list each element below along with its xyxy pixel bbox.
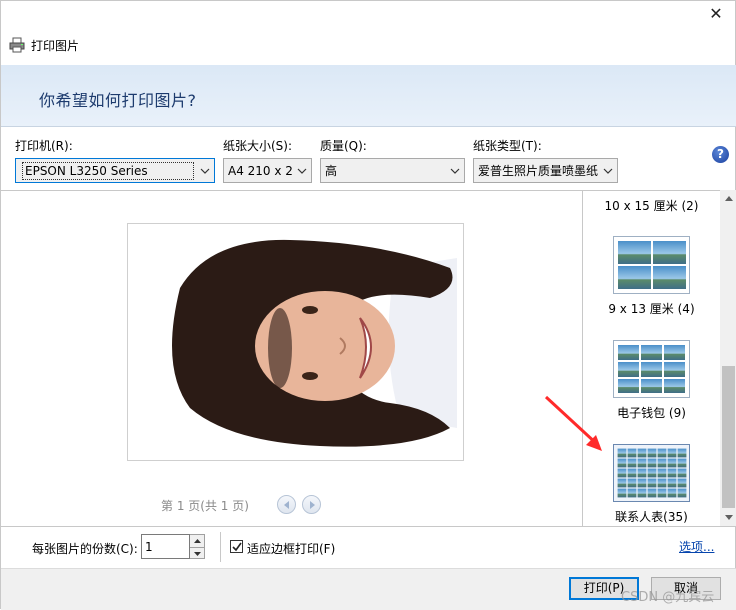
fit-frame-checkbox[interactable] xyxy=(230,540,243,553)
spinner-down-icon[interactable] xyxy=(190,547,204,559)
page-info: 第 1 页(共 1 页) xyxy=(161,499,249,513)
paper-size-select[interactable]: A4 210 x 29 xyxy=(223,158,312,183)
paper-size-value: A4 210 x 29 xyxy=(228,163,293,178)
layout-scrollbar[interactable] xyxy=(720,190,736,526)
header-question: 你希望如何打印图片? xyxy=(39,91,197,110)
title-bar: 打印图片 xyxy=(9,35,79,55)
bottom-separator xyxy=(220,532,221,562)
quality-value: 高 xyxy=(325,164,338,178)
chevron-right-icon xyxy=(309,500,315,509)
layout-label: 联系人表(35) xyxy=(615,510,688,524)
printer-icon xyxy=(9,37,25,53)
print-pictures-dialog: ✕ 打印图片 你希望如何打印图片? 打印机(R): EPSON L3250 Se… xyxy=(0,0,736,610)
prev-page-button[interactable] xyxy=(277,495,296,514)
next-page-button[interactable] xyxy=(302,495,321,514)
options-link[interactable]: 选项... xyxy=(679,538,714,555)
watermark: CSDN @九宾云 xyxy=(621,590,715,605)
paper-type-select[interactable]: 爱普生照片质量喷墨纸 xyxy=(473,158,618,183)
copies-label: 每张图片的份数(C): xyxy=(32,542,138,556)
layout-preview-image xyxy=(618,345,685,393)
paper-size-label: 纸张大小(S): xyxy=(223,139,293,153)
help-icon[interactable]: ? xyxy=(712,146,729,163)
chevron-down-icon xyxy=(599,159,617,182)
fit-frame-label[interactable]: 适应边框打印(F) xyxy=(247,540,335,557)
quality-label: 质量(Q): xyxy=(320,139,367,153)
preview-photo xyxy=(150,228,457,456)
chevron-down-icon xyxy=(293,159,311,182)
paper-type-label: 纸张类型(T): xyxy=(473,139,542,153)
header-band: 你希望如何打印图片? xyxy=(1,65,736,127)
scroll-down-icon[interactable] xyxy=(720,509,736,526)
paper-type-value: 爱普生照片质量喷墨纸 xyxy=(478,164,599,178)
chevron-left-icon xyxy=(283,500,289,509)
checkmark-icon xyxy=(231,542,242,551)
layout-preview-image xyxy=(618,241,686,289)
layout-thumb-9x13[interactable] xyxy=(613,236,690,294)
scrollbar-thumb[interactable] xyxy=(722,366,735,508)
bottom-divider xyxy=(1,526,736,527)
annotation-arrow-icon xyxy=(544,395,602,451)
copies-field[interactable]: 1 xyxy=(141,534,190,559)
layout-thumb-wallet[interactable] xyxy=(613,340,690,398)
close-icon: ✕ xyxy=(709,4,723,23)
layout-list[interactable]: 10 x 15 厘米 (2) 9 x 13 厘米 (4) 电子钱包 (9) 联系… xyxy=(582,190,736,526)
printer-value: EPSON L3250 Series xyxy=(22,161,194,180)
printer-select[interactable]: EPSON L3250 Series xyxy=(15,158,215,183)
layout-thumb-contact-sheet[interactable] xyxy=(613,444,690,502)
window-title: 打印图片 xyxy=(31,38,80,53)
layout-label: 9 x 13 厘米 (4) xyxy=(608,302,695,316)
chevron-down-icon xyxy=(446,159,464,182)
layout-label: 10 x 15 厘米 (2) xyxy=(604,199,699,213)
spinner-up-icon[interactable] xyxy=(190,535,204,547)
printer-label: 打印机(R): xyxy=(15,139,73,153)
layout-preview-image xyxy=(617,448,687,498)
copies-spinner[interactable] xyxy=(190,534,205,559)
preview-frame xyxy=(127,223,464,461)
quality-select[interactable]: 高 xyxy=(320,158,465,183)
scroll-up-icon[interactable] xyxy=(720,190,736,207)
chevron-down-icon xyxy=(196,159,214,182)
close-button[interactable]: ✕ xyxy=(705,5,727,23)
